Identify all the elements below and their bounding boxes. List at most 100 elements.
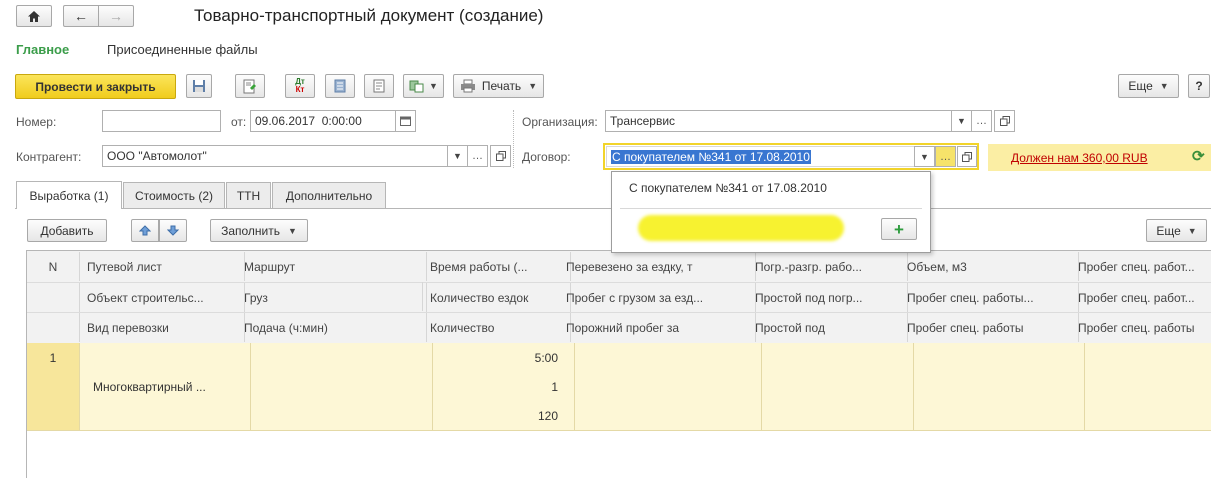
- table-cell[interactable]: [558, 343, 762, 372]
- date-field[interactable]: 09.06.2017 0:00:00: [250, 110, 396, 132]
- table-cell[interactable]: [79, 343, 251, 372]
- create-new-button[interactable]: +: [881, 218, 917, 240]
- fill-button[interactable]: Заполнить ▼: [210, 219, 308, 242]
- help-button[interactable]: ?: [1188, 74, 1210, 98]
- table-cell[interactable]: [558, 401, 762, 430]
- table-cell[interactable]: [1070, 343, 1211, 372]
- move-down-button[interactable]: [159, 219, 187, 242]
- column-header[interactable]: Перевезено за ездку, т: [558, 252, 756, 281]
- table-cell[interactable]: [747, 343, 914, 372]
- refresh-icon[interactable]: ⟳: [1192, 147, 1205, 165]
- dt-kt-button[interactable]: Дт Кт: [285, 74, 315, 98]
- column-header[interactable]: [27, 312, 80, 342]
- chevron-down-icon: ▼: [1187, 225, 1197, 236]
- contractor-select-button[interactable]: …: [467, 145, 488, 167]
- column-header[interactable]: Количество ездок: [422, 282, 571, 312]
- table-cell[interactable]: [899, 372, 1085, 401]
- table-cell[interactable]: [899, 401, 1085, 430]
- debt-link[interactable]: Должен нам 360,00 RUB: [1011, 151, 1148, 165]
- dropdown-item[interactable]: С покупателем №341 от 17.08.2010: [629, 181, 827, 195]
- column-header[interactable]: Пробег спец. работы: [899, 312, 1079, 342]
- table-cell[interactable]: [747, 401, 914, 430]
- organization-dropdown-button[interactable]: ▼: [951, 110, 972, 132]
- contractor-open-button[interactable]: [490, 145, 511, 167]
- column-header[interactable]: Путевой лист: [79, 252, 245, 281]
- add-row-button[interactable]: Добавить: [27, 219, 107, 242]
- column-header[interactable]: Пробег с грузом за езд...: [558, 282, 756, 312]
- move-up-button[interactable]: [131, 219, 159, 242]
- save-button[interactable]: [186, 74, 212, 98]
- tab-additional[interactable]: Дополнительно: [272, 182, 386, 208]
- column-header[interactable]: Груз: [236, 282, 427, 312]
- row-number-cell[interactable]: [27, 372, 80, 401]
- column-header[interactable]: Количество: [422, 312, 571, 342]
- more-button[interactable]: Еще ▼: [1118, 74, 1179, 98]
- table-cell[interactable]: [1070, 401, 1211, 430]
- number-label: Номер:: [16, 115, 57, 129]
- list-icon: [334, 79, 346, 93]
- column-header[interactable]: Объем, м3: [899, 252, 1079, 281]
- column-header[interactable]: Объект строительс...: [79, 282, 245, 312]
- list-button[interactable]: [325, 74, 355, 98]
- table-cell[interactable]: [79, 401, 251, 430]
- table-cell[interactable]: Многоквартирный ...: [79, 372, 251, 401]
- calendar-button[interactable]: [395, 110, 416, 132]
- tab-cost[interactable]: Стоимость (2): [123, 182, 225, 208]
- column-header[interactable]: Время работы (...: [422, 252, 571, 281]
- post-button[interactable]: [235, 74, 265, 98]
- number-field[interactable]: [102, 110, 221, 132]
- back-button[interactable]: ←: [63, 5, 98, 27]
- column-header[interactable]: Пробег спец. работы: [1070, 312, 1211, 342]
- organization-label: Организация:: [522, 115, 598, 129]
- print-button[interactable]: Печать ▼: [453, 74, 544, 98]
- table-cell[interactable]: [747, 372, 914, 401]
- column-header[interactable]: N: [27, 252, 80, 281]
- contract-value: С покупателем №341 от 17.08.2010: [611, 149, 811, 164]
- column-header[interactable]: Подача (ч:мин): [236, 312, 427, 342]
- table-cell[interactable]: 1: [418, 372, 575, 401]
- organization-field[interactable]: Трансервис: [605, 110, 952, 132]
- column-header[interactable]: Пробег спец. работ...: [1070, 282, 1211, 312]
- row-number-cell[interactable]: 1: [27, 343, 80, 372]
- column-header[interactable]: Вид перевозки: [79, 312, 245, 342]
- column-header[interactable]: Маршрут: [236, 252, 427, 281]
- chevron-down-icon: ▼: [957, 116, 966, 126]
- contractor-field[interactable]: ООО "Автомолот": [102, 145, 448, 167]
- table-cell[interactable]: 5:00: [418, 343, 575, 372]
- table-cell[interactable]: [558, 372, 762, 401]
- column-header[interactable]: [27, 282, 80, 312]
- table-cell[interactable]: 120: [418, 401, 575, 430]
- organization-open-button[interactable]: [994, 110, 1015, 132]
- document-button[interactable]: [364, 74, 394, 98]
- ellipsis-icon: …: [940, 150, 951, 163]
- organization-select-button[interactable]: …: [971, 110, 992, 132]
- table-cell[interactable]: [899, 343, 1085, 372]
- column-header[interactable]: Пробег спец. работ...: [1070, 252, 1211, 281]
- table-cell[interactable]: [236, 401, 433, 430]
- create-based-on-button[interactable]: ▼: [403, 74, 444, 98]
- contract-dropdown-button[interactable]: ▼: [914, 146, 935, 167]
- home-button[interactable]: [16, 5, 52, 27]
- tab-ttn[interactable]: ТТН: [226, 182, 271, 208]
- tab-output[interactable]: Выработка (1): [16, 181, 122, 209]
- column-header[interactable]: Пробег спец. работы...: [899, 282, 1079, 312]
- nav-tab-attached-files[interactable]: Присоединенные файлы: [107, 42, 258, 57]
- nav-tab-main[interactable]: Главное: [16, 42, 69, 57]
- floppy-icon: [193, 80, 205, 92]
- column-header[interactable]: Погр.-разгр. рабо...: [747, 252, 908, 281]
- column-header[interactable]: Простой под: [747, 312, 908, 342]
- contract-field[interactable]: С покупателем №341 от 17.08.2010: [606, 146, 915, 167]
- contract-select-button[interactable]: …: [935, 146, 956, 167]
- column-header[interactable]: Порожний пробег за: [558, 312, 756, 342]
- forward-button[interactable]: →: [98, 5, 134, 27]
- contractor-value: ООО "Автомолот": [107, 149, 207, 163]
- table-more-button[interactable]: Еще ▼: [1146, 219, 1207, 242]
- table-cell[interactable]: [236, 372, 433, 401]
- row-number-cell[interactable]: [27, 401, 80, 430]
- table-cell[interactable]: [1070, 372, 1211, 401]
- column-header[interactable]: Простой под погр...: [747, 282, 908, 312]
- post-and-close-button[interactable]: Провести и закрыть: [15, 74, 176, 99]
- contractor-dropdown-button[interactable]: ▼: [447, 145, 468, 167]
- contract-open-button[interactable]: [957, 146, 977, 167]
- table-cell[interactable]: [236, 343, 433, 372]
